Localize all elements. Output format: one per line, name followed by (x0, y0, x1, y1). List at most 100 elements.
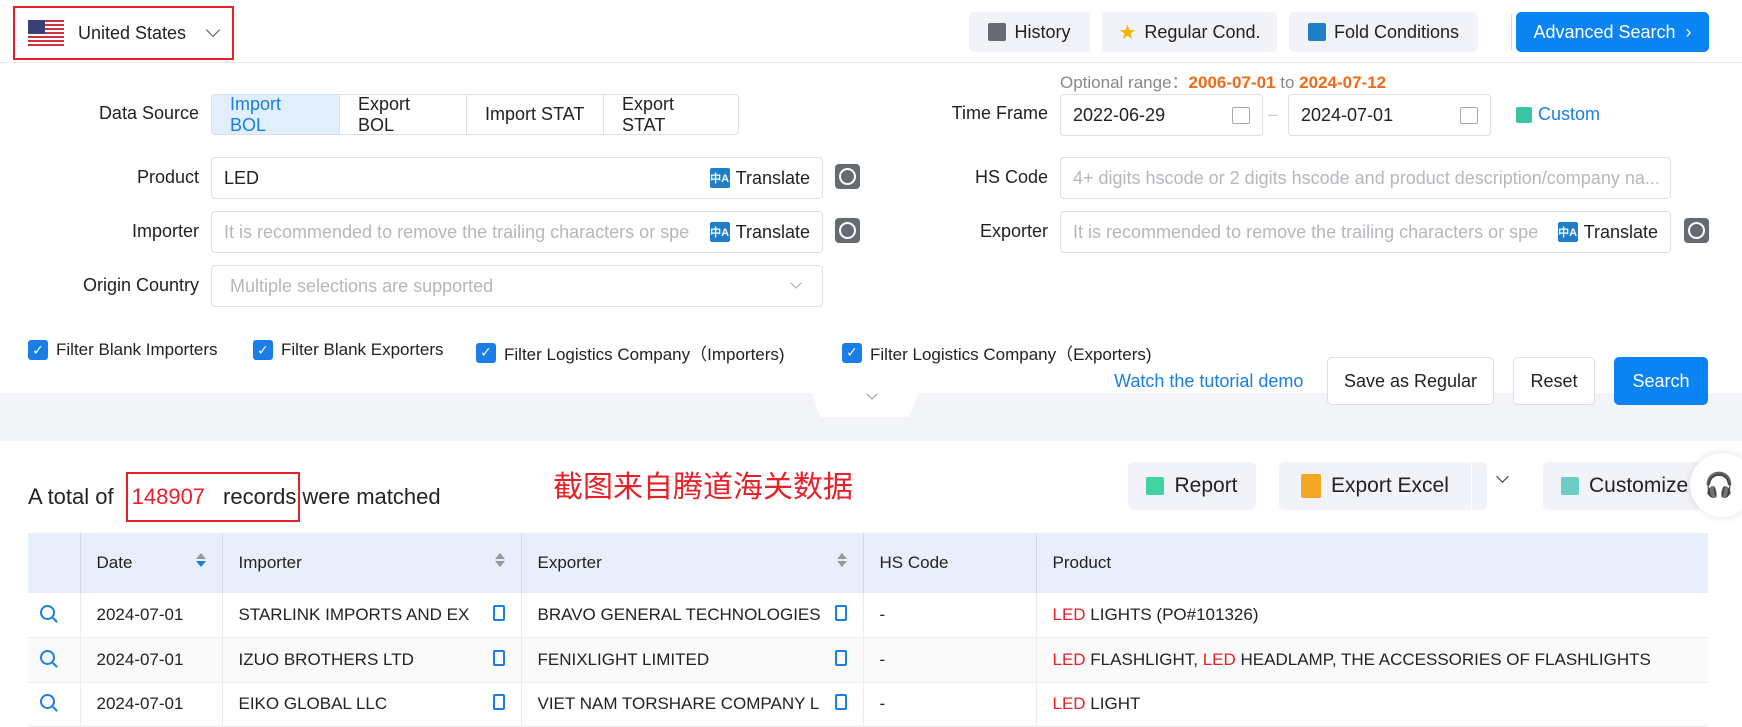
reset-button[interactable]: Reset (1513, 357, 1595, 405)
cell-text: Exporter (537, 553, 602, 572)
table-row[interactable]: 2024-07-01 EIKO GLOBAL LLC VIET NAM TORS… (28, 682, 1708, 727)
custom-label: Custom (1538, 104, 1601, 124)
search-button[interactable]: Search (1614, 357, 1708, 405)
copy-icon[interactable] (492, 694, 505, 711)
fold-conditions-button[interactable]: Fold Conditions (1289, 12, 1478, 52)
export-icon (1301, 474, 1321, 498)
tab-import-stat[interactable]: Import STAT (467, 95, 604, 134)
records-word: records (223, 484, 297, 509)
row-detail-cell[interactable] (28, 637, 80, 683)
advanced-search-button[interactable]: Advanced Search › (1516, 12, 1709, 52)
col-header-product: Product (1035, 533, 1708, 593)
translate-button[interactable]: 中A Translate (709, 168, 810, 189)
results-suffix: were matched (302, 484, 441, 509)
exporter-cell[interactable]: BRAVO GENERAL TECHNOLOGIES (520, 593, 863, 639)
filter-blank-exporters-checkbox[interactable]: ✓ Filter Blank Exporters (253, 340, 444, 360)
translate-icon: 中A (709, 168, 730, 188)
cell-text: LED (1052, 605, 1086, 625)
filter-logistics-exporters-checkbox[interactable]: ✓ Filter Logistics Company（Exporters) (842, 340, 1152, 365)
copy-icon[interactable] (834, 649, 847, 666)
country-label: United States (78, 22, 187, 43)
history-button[interactable]: History (969, 12, 1090, 52)
tutorial-link[interactable]: Watch the tutorial demo (1114, 371, 1303, 392)
collapse-tab[interactable] (812, 393, 918, 417)
cell-text: BRAVO GENERAL TECHNOLOGIES (537, 605, 821, 625)
top-bar (0, 0, 1742, 63)
filter-logistics-importers-checkbox[interactable]: ✓ Filter Logistics Company（Importers) (476, 340, 785, 365)
translate-button[interactable]: 中A Translate (1557, 222, 1658, 243)
importer-input[interactable]: It is recommended to remove the trailing… (211, 211, 823, 253)
divider (1471, 462, 1472, 510)
row-detail-cell[interactable] (28, 593, 80, 639)
export-label: Export Excel (1331, 474, 1449, 497)
exporter-cell[interactable]: VIET NAM TORSHARE COMPANY L (520, 682, 863, 727)
col-header-importer[interactable]: Importer (221, 533, 521, 593)
checkbox-label: Filter Blank Importers (56, 340, 218, 359)
checkbox-label: Filter Logistics Company（Exporters) (870, 345, 1152, 364)
customize-button[interactable]: Customize (1543, 462, 1703, 510)
search-icon[interactable] (40, 694, 55, 710)
filter-search-icon[interactable] (835, 164, 860, 189)
table-row[interactable]: 2024-07-01 IZUO BROTHERS LTD FENIXLIGHT … (28, 637, 1708, 683)
end-date-input[interactable]: 2024-07-01 (1288, 94, 1491, 136)
importer-cell[interactable]: EIKO GLOBAL LLC (221, 682, 521, 727)
checkbox-checked-icon: ✓ (842, 342, 862, 363)
tab-import-bol[interactable]: Import BOL (212, 95, 340, 134)
product-value: LED (224, 167, 260, 188)
cell-text: LED (1052, 694, 1086, 714)
tab-export-bol[interactable]: Export BOL (340, 95, 467, 134)
results-summary: A total of 148907 records were matched (28, 472, 441, 522)
export-excel-button[interactable]: Export Excel (1279, 462, 1487, 510)
cell-text: Importer (238, 553, 302, 572)
copy-icon[interactable] (834, 694, 847, 711)
report-button[interactable]: Report (1128, 462, 1256, 510)
table-row[interactable]: 2024-07-01 STARLINK IMPORTS AND EX BRAVO… (28, 593, 1708, 639)
exporter-placeholder: It is recommended to remove the trailing… (1073, 221, 1539, 242)
cell-text: FENIXLIGHT LIMITED (537, 649, 710, 669)
origin-country-select[interactable]: Multiple selections are supported (211, 265, 823, 307)
exporter-input[interactable]: It is recommended to remove the trailing… (1060, 211, 1671, 253)
col-header-date[interactable]: Date (79, 533, 222, 593)
save-as-regular-button[interactable]: Save as Regular (1327, 357, 1494, 405)
search-icon[interactable] (40, 605, 55, 621)
copy-icon[interactable] (492, 649, 505, 666)
chevron-down-icon (205, 22, 221, 38)
tab-export-stat[interactable]: Export STAT (604, 95, 738, 134)
fold-label: Fold Conditions (1333, 21, 1460, 42)
regular-cond-button[interactable]: ★ Regular Cond. (1102, 12, 1277, 52)
product-cell: LED LIGHTS (PO#101326) (1035, 593, 1708, 639)
custom-link[interactable]: Custom (1516, 104, 1600, 125)
row-detail-cell[interactable] (28, 682, 80, 727)
cell-text: FLASHLIGHT, (1085, 649, 1203, 669)
hs-code-cell: - (862, 593, 1036, 639)
hs-code-cell: - (862, 682, 1036, 727)
translate-button[interactable]: 中A Translate (709, 222, 810, 243)
col-header-exporter[interactable]: Exporter (520, 533, 863, 593)
regular-label: Regular Cond. (1144, 21, 1261, 42)
checkbox-label: Filter Blank Exporters (281, 340, 444, 359)
hs-code-cell: - (862, 637, 1036, 683)
copy-icon[interactable] (834, 605, 847, 622)
cell-text: EIKO GLOBAL LLC (238, 694, 388, 714)
cell-text: LED (1052, 649, 1086, 669)
filter-search-icon[interactable] (1684, 218, 1709, 243)
cell-text (195, 553, 206, 559)
product-input[interactable]: LED 中A Translate (211, 157, 823, 199)
product-cell: LED LIGHT (1035, 682, 1708, 727)
start-date-input[interactable]: 2022-06-29 (1060, 94, 1263, 136)
search-icon[interactable] (40, 649, 55, 665)
cell-text: VIET NAM TORSHARE COMPANY L (537, 694, 820, 714)
importer-cell[interactable]: STARLINK IMPORTS AND EX (221, 593, 521, 639)
translate-icon: 中A (709, 222, 730, 242)
importer-cell[interactable]: IZUO BROTHERS LTD (221, 637, 521, 683)
filter-search-icon[interactable] (835, 218, 860, 243)
country-selector[interactable]: United States (13, 6, 234, 60)
calendar-icon (1232, 106, 1250, 124)
hs-code-input[interactable]: 4+ digits hscode or 2 digits hscode and … (1060, 157, 1671, 199)
exporter-cell[interactable]: FENIXLIGHT LIMITED (520, 637, 863, 683)
export-dropdown-chevron-icon[interactable] (1496, 470, 1509, 483)
exporter-label: Exporter (979, 221, 1048, 241)
copy-icon[interactable] (492, 605, 505, 622)
cell-text: LIGHTS (PO#101326) (1085, 605, 1259, 625)
filter-blank-importers-checkbox[interactable]: ✓ Filter Blank Importers (28, 340, 218, 360)
